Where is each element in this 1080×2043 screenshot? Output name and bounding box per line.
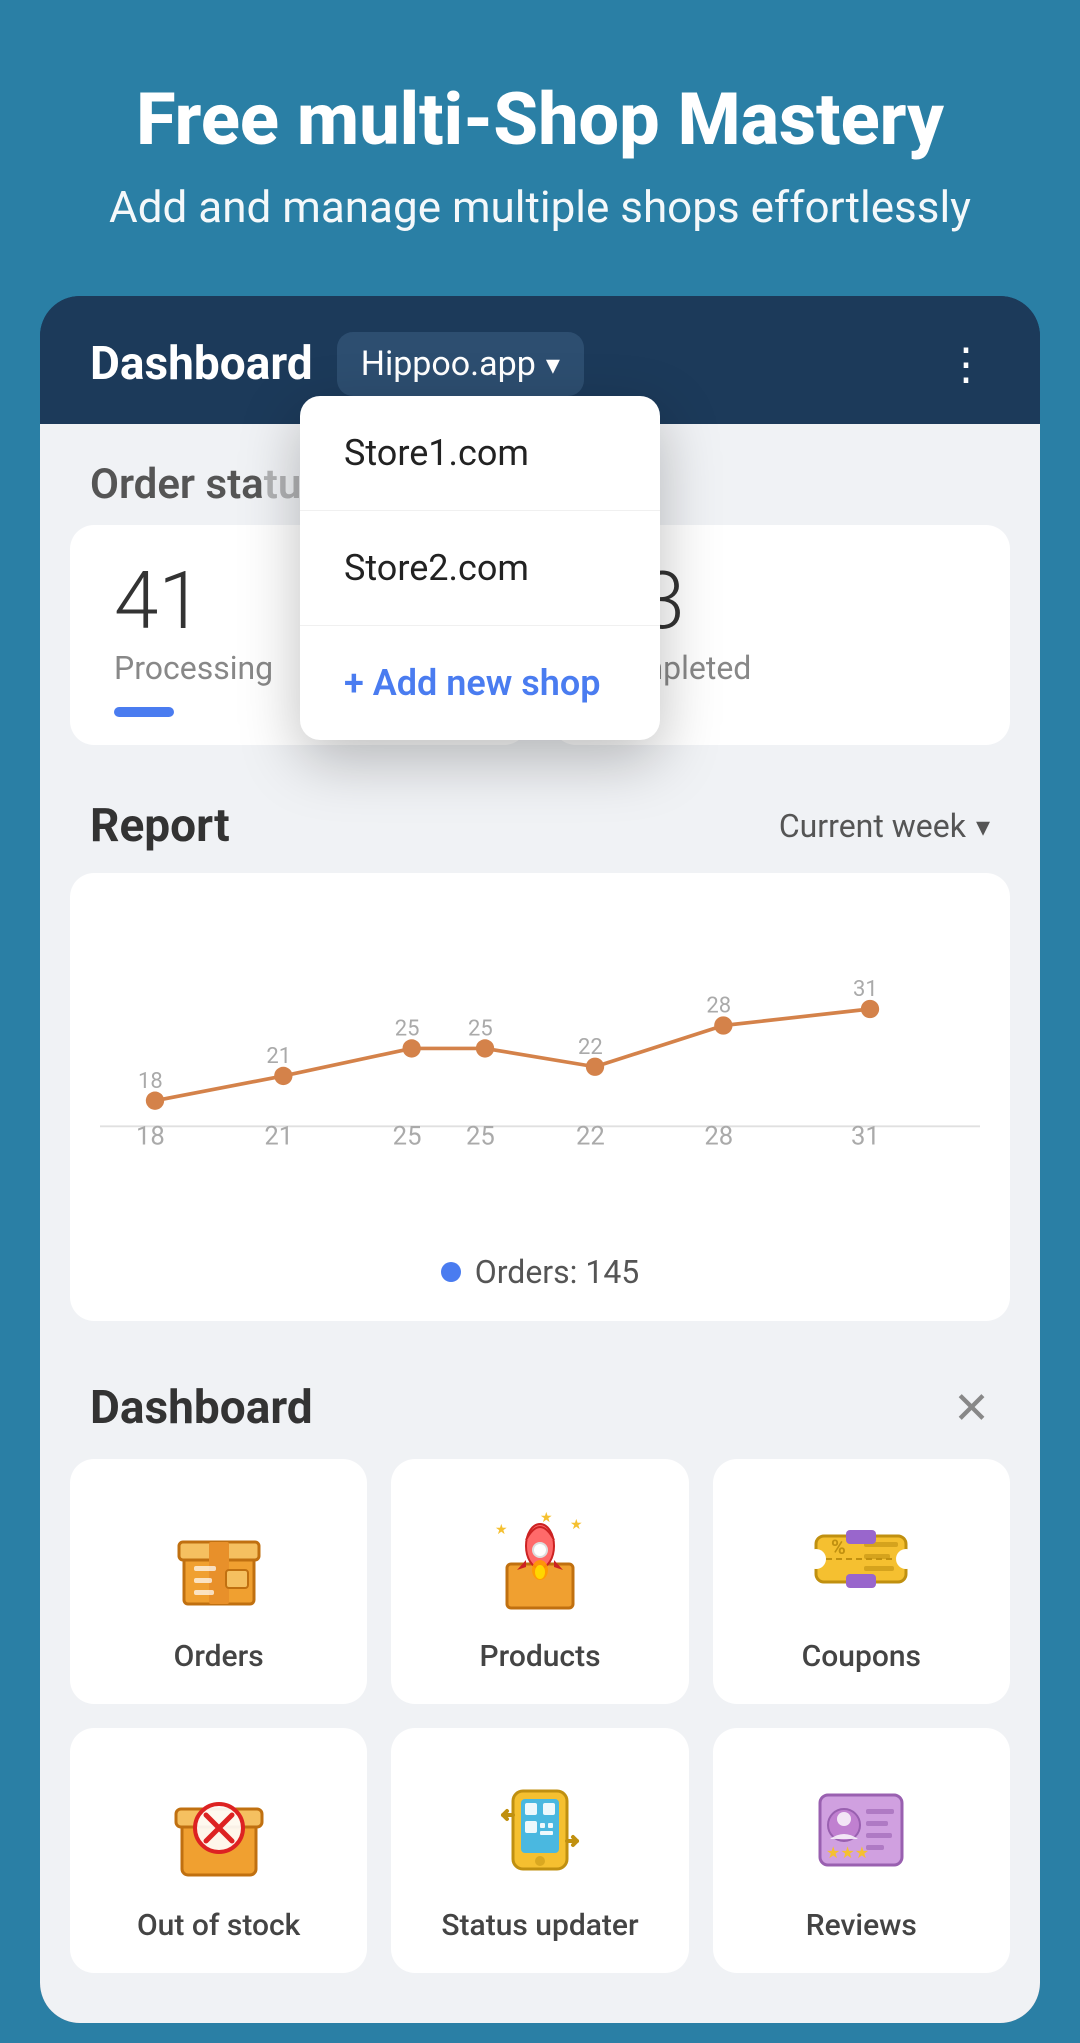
stat-label-processing: Processing xyxy=(114,649,273,687)
dashboard-item-orders[interactable]: Orders xyxy=(70,1459,367,1704)
shop-name: Hippoo.app xyxy=(361,344,536,384)
svg-text:28: 28 xyxy=(706,994,731,1019)
svg-text:18: 18 xyxy=(136,1122,165,1152)
line-chart: 18 21 25 25 22 28 31 18 21 25 25 22 28 xyxy=(100,913,980,1193)
hero-subtitle: Add and manage multiple shops effortless… xyxy=(60,179,1020,236)
report-filter[interactable]: Current week ▾ xyxy=(779,807,990,845)
status-updater-label: Status updater xyxy=(441,1908,638,1943)
products-label: Products xyxy=(479,1639,600,1674)
hero-section: Free multi-Shop Mastery Add and manage m… xyxy=(0,0,1080,276)
dashboard-section-header: Dashboard ✕ xyxy=(70,1371,1010,1459)
dashboard-item-products[interactable]: ★ ★ ★ xyxy=(391,1459,688,1704)
report-title: Report xyxy=(90,799,230,853)
svg-text:25: 25 xyxy=(393,1122,422,1152)
svg-text:★: ★ xyxy=(495,1522,508,1538)
chevron-down-icon: ▾ xyxy=(546,348,560,381)
orders-legend-label: Orders: 145 xyxy=(475,1253,640,1291)
svg-text:22: 22 xyxy=(578,1035,603,1060)
shop-dropdown: Store1.com Store2.com + Add new shop xyxy=(300,396,660,740)
reviews-label: Reviews xyxy=(806,1908,917,1943)
orders-legend-dot xyxy=(441,1262,461,1282)
svg-text:★★★: ★★★ xyxy=(826,1843,869,1862)
dashboard-grid: Orders ★ ★ ★ xyxy=(70,1459,1010,1973)
products-icon: ★ ★ ★ xyxy=(480,1499,600,1619)
store2-option[interactable]: Store2.com xyxy=(300,511,660,626)
dashboard-title-header: Dashboard xyxy=(90,337,313,391)
svg-text:28: 28 xyxy=(704,1122,733,1152)
dashboard-item-reviews[interactable]: ★★★ Reviews xyxy=(713,1728,1010,1973)
svg-text:%: % xyxy=(831,1535,846,1559)
chart-card: 18 21 25 25 22 28 31 18 21 25 25 22 28 xyxy=(70,873,1010,1321)
orders-label: Orders xyxy=(174,1639,264,1674)
svg-text:★: ★ xyxy=(570,1517,583,1533)
stat-indicator-processing xyxy=(114,707,174,717)
svg-text:25: 25 xyxy=(468,1017,493,1042)
dashboard-item-out-of-stock[interactable]: Out of stock xyxy=(70,1728,367,1973)
svg-text:21: 21 xyxy=(266,1044,291,1069)
shop-selector[interactable]: Hippoo.app ▾ xyxy=(337,332,584,396)
dashboard-item-status-updater[interactable]: Status updater xyxy=(391,1728,688,1973)
close-button[interactable]: ✕ xyxy=(953,1382,990,1434)
report-section: Report Current week ▾ xyxy=(40,769,1040,1341)
dashboard-section: Dashboard ✕ xyxy=(40,1341,1040,1983)
svg-text:22: 22 xyxy=(576,1122,605,1152)
svg-text:18: 18 xyxy=(138,1069,163,1094)
out-of-stock-label: Out of stock xyxy=(137,1908,300,1943)
svg-text:31: 31 xyxy=(853,978,878,1003)
add-new-shop-option[interactable]: + Add new shop xyxy=(300,626,660,740)
store1-option[interactable]: Store1.com xyxy=(300,396,660,511)
chart-legend: Orders: 145 xyxy=(100,1253,980,1291)
orders-icon xyxy=(159,1499,279,1619)
coupons-label: Coupons xyxy=(802,1639,921,1674)
svg-text:31: 31 xyxy=(851,1122,880,1152)
chart-area: 18 21 25 25 22 28 31 18 21 25 25 22 28 xyxy=(100,913,980,1233)
dashboard-section-title: Dashboard xyxy=(90,1381,313,1435)
coupons-icon: % xyxy=(801,1499,921,1619)
svg-text:25: 25 xyxy=(466,1122,495,1152)
hero-title: Free multi-Shop Mastery xyxy=(60,80,1020,159)
stat-number-processing: 41 xyxy=(114,561,203,641)
menu-dots-button[interactable]: ⋮ xyxy=(944,338,990,390)
status-updater-icon xyxy=(480,1768,600,1888)
app-card: Dashboard Hippoo.app ▾ ⋮ Store1.com Stor… xyxy=(40,296,1040,2023)
svg-text:25: 25 xyxy=(395,1017,420,1042)
reviews-icon: ★★★ xyxy=(801,1768,921,1888)
report-header: Report Current week ▾ xyxy=(70,789,1010,873)
dashboard-item-coupons[interactable]: % Coupons xyxy=(713,1459,1010,1704)
chevron-down-report-icon: ▾ xyxy=(976,810,990,843)
out-of-stock-icon xyxy=(159,1768,279,1888)
svg-text:21: 21 xyxy=(264,1122,293,1152)
report-filter-text: Current week xyxy=(779,807,966,845)
